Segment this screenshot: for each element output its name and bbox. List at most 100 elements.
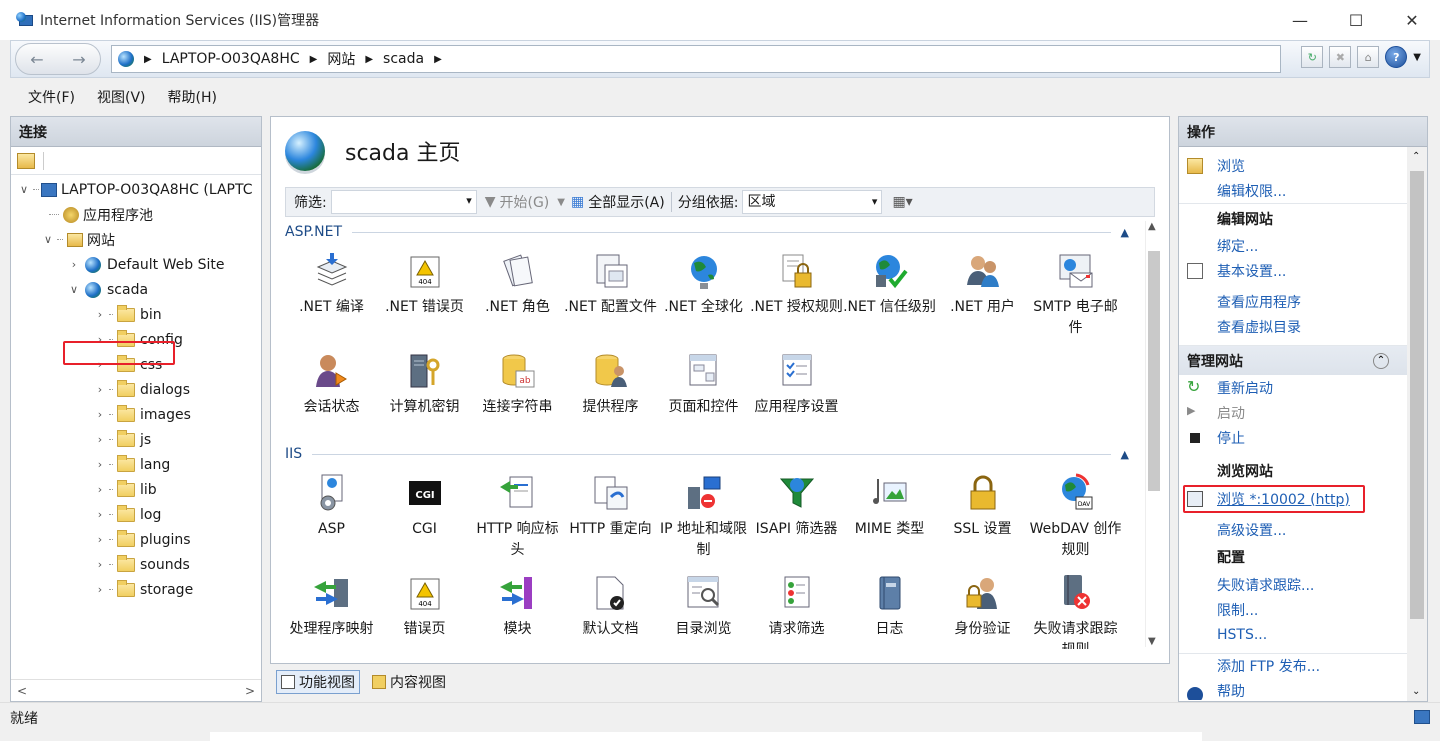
feature-webdav[interactable]: DAV WebDAV 创作规则	[1029, 465, 1122, 565]
tree-folder[interactable]: › dialogs	[11, 377, 261, 402]
feature-connection-strings[interactable]: ab 连接字符串	[471, 343, 564, 443]
filter-input[interactable]	[330, 190, 477, 214]
breadcrumb-separator[interactable]: ▶	[365, 54, 373, 65]
scroll-thumb[interactable]	[1148, 251, 1160, 491]
tree-folder[interactable]: › js	[11, 427, 261, 452]
scroll-up-icon[interactable]: ▲	[1148, 221, 1156, 232]
collapse-icon[interactable]: ▲	[1121, 226, 1129, 239]
tree-folder[interactable]: › plugins	[11, 527, 261, 552]
scroll-thumb[interactable]	[1410, 171, 1424, 619]
feature-handler-mappings[interactable]: 处理程序映射	[285, 565, 378, 649]
breadcrumb-separator[interactable]: ▶	[310, 54, 318, 65]
action-limits[interactable]: 限制...	[1179, 597, 1407, 622]
help-icon[interactable]: ?	[1385, 46, 1408, 68]
home-icon[interactable]: ⌂	[1357, 46, 1380, 68]
action-hsts[interactable]: HSTS...	[1179, 622, 1407, 647]
chevron-down-icon[interactable]: ∨	[41, 233, 55, 246]
scroll-down-icon[interactable]: ▼	[1148, 636, 1156, 647]
view-mode-icon[interactable]: ▦▾	[892, 194, 912, 210]
collapse-icon[interactable]: ▲	[1121, 448, 1129, 461]
group-manage-site[interactable]: 管理网站 ⌃	[1179, 345, 1407, 375]
feature-isapi-filters[interactable]: ISAPI 筛选器	[750, 465, 843, 565]
feature-net-trust-levels[interactable]: .NET 信任级别	[843, 243, 936, 343]
action-edit-permissions[interactable]: 编辑权限...	[1179, 178, 1407, 203]
chevron-right-icon[interactable]: ›	[93, 433, 107, 446]
close-button[interactable]: ✕	[1384, 0, 1440, 40]
tree-folder[interactable]: › lib	[11, 477, 261, 502]
action-advanced-settings[interactable]: 高级设置...	[1179, 517, 1407, 542]
chevron-right-icon[interactable]: ›	[93, 533, 107, 546]
feature-net-profile[interactable]: .NET 配置文件	[564, 243, 657, 343]
start-filter-button[interactable]: 开始(G)	[500, 192, 550, 212]
scroll-left-icon[interactable]: <	[17, 684, 27, 698]
tree-default-site[interactable]: › Default Web Site	[11, 252, 261, 277]
feature-net-error-pages[interactable]: 404 .NET 错误页	[378, 243, 471, 343]
chevron-down-icon[interactable]: ▼	[557, 197, 565, 208]
action-explore[interactable]: 浏览	[1179, 153, 1407, 178]
breadcrumb-separator[interactable]: ▶	[434, 54, 442, 65]
chevron-right-icon[interactable]: ›	[93, 558, 107, 571]
feature-request-filtering[interactable]: 请求筛选	[750, 565, 843, 649]
scroll-right-icon[interactable]: >	[245, 684, 255, 698]
actions-scrollbar[interactable]: ⌃ ⌄	[1407, 147, 1427, 701]
horizontal-scrollbar[interactable]: < >	[11, 679, 261, 701]
feature-providers[interactable]: 提供程序	[564, 343, 657, 443]
feature-logging[interactable]: 日志	[843, 565, 936, 649]
tree-folder[interactable]: › log	[11, 502, 261, 527]
tab-content-view[interactable]: 内容视图	[368, 670, 450, 694]
tree-folder[interactable]: › images	[11, 402, 261, 427]
feature-http-redirect[interactable]: HTTP 重定向	[564, 465, 657, 565]
chevron-right-icon[interactable]: ›	[93, 458, 107, 471]
stop-icon[interactable]: ✖	[1329, 46, 1352, 68]
breadcrumb[interactable]: ▶ LAPTOP-O03QA8HC ▶ 网站 ▶ scada ▶	[111, 45, 1281, 73]
feature-session-state[interactable]: 会话状态	[285, 343, 378, 443]
feature-net-users[interactable]: .NET 用户	[936, 243, 1029, 343]
feature-pages-controls[interactable]: 页面和控件	[657, 343, 750, 443]
tree-scada[interactable]: ∨ scada	[11, 277, 261, 302]
action-restart[interactable]: ↻ 重新启动	[1179, 375, 1407, 400]
action-add-ftp[interactable]: 添加 FTP 发布...	[1179, 653, 1407, 678]
feature-failed-request-tracing[interactable]: 失败请求跟踪规则	[1029, 565, 1122, 649]
chevron-right-icon[interactable]: ›	[93, 408, 107, 421]
feature-app-settings[interactable]: 应用程序设置	[750, 343, 843, 443]
feature-asp[interactable]: ASP	[285, 465, 378, 565]
feature-cgi[interactable]: CGI CGI	[378, 465, 471, 565]
forward-arrow-icon[interactable]: →	[72, 50, 85, 69]
group-by-select[interactable]: 区域	[742, 190, 883, 214]
action-help[interactable]: 帮助	[1179, 682, 1407, 700]
feature-machine-key[interactable]: 计算机密钥	[378, 343, 471, 443]
menu-view[interactable]: 视图(V)	[97, 87, 146, 107]
breadcrumb-server[interactable]: LAPTOP-O03QA8HC	[162, 51, 300, 67]
scroll-down-icon[interactable]: ⌄	[1412, 686, 1420, 697]
feature-directory-browsing[interactable]: 目录浏览	[657, 565, 750, 649]
breadcrumb-separator[interactable]: ▶	[144, 54, 152, 65]
tree-folder[interactable]: › lang	[11, 452, 261, 477]
chevron-right-icon[interactable]: ›	[93, 383, 107, 396]
chevron-right-icon[interactable]: ›	[93, 508, 107, 521]
breadcrumb-site[interactable]: scada	[383, 51, 424, 67]
maximize-button[interactable]: ☐	[1328, 0, 1384, 40]
section-header-iis[interactable]: IIS ▲	[285, 443, 1137, 465]
chevron-right-icon[interactable]: ›	[93, 583, 107, 596]
action-view-apps[interactable]: 查看应用程序	[1179, 289, 1407, 314]
chevron-down-icon[interactable]: ∨	[67, 283, 81, 296]
chevron-right-icon[interactable]: ›	[67, 258, 81, 271]
action-basic-settings[interactable]: 基本设置...	[1179, 258, 1407, 283]
feature-modules[interactable]: 模块	[471, 565, 564, 649]
action-failed-request-tracing[interactable]: 失败请求跟踪...	[1179, 572, 1407, 597]
feature-net-roles[interactable]: .NET 角色	[471, 243, 564, 343]
action-view-vdirs[interactable]: 查看虚拟目录	[1179, 314, 1407, 339]
chevron-down-icon[interactable]: ∨	[17, 183, 31, 196]
refresh-icon[interactable]: ↻	[1301, 46, 1324, 68]
feature-http-response-headers[interactable]: HTTP 响应标头	[471, 465, 564, 565]
show-all-button[interactable]: 全部显示(A)	[588, 192, 665, 212]
back-arrow-icon[interactable]: ←	[30, 50, 43, 69]
feature-error-pages[interactable]: 404 错误页	[378, 565, 471, 649]
feature-authentication[interactable]: 身份验证	[936, 565, 1029, 649]
tree-server[interactable]: ∨ LAPTOP-O03QA8HC (LAPTC	[11, 177, 261, 202]
breadcrumb-sites[interactable]: 网站	[327, 49, 355, 69]
menu-file[interactable]: 文件(F)	[28, 87, 75, 107]
tree-sites[interactable]: ∨ 网站	[11, 227, 261, 252]
action-stop[interactable]: 停止	[1179, 425, 1407, 450]
help-dropdown-icon[interactable]: ▼	[1413, 52, 1421, 63]
